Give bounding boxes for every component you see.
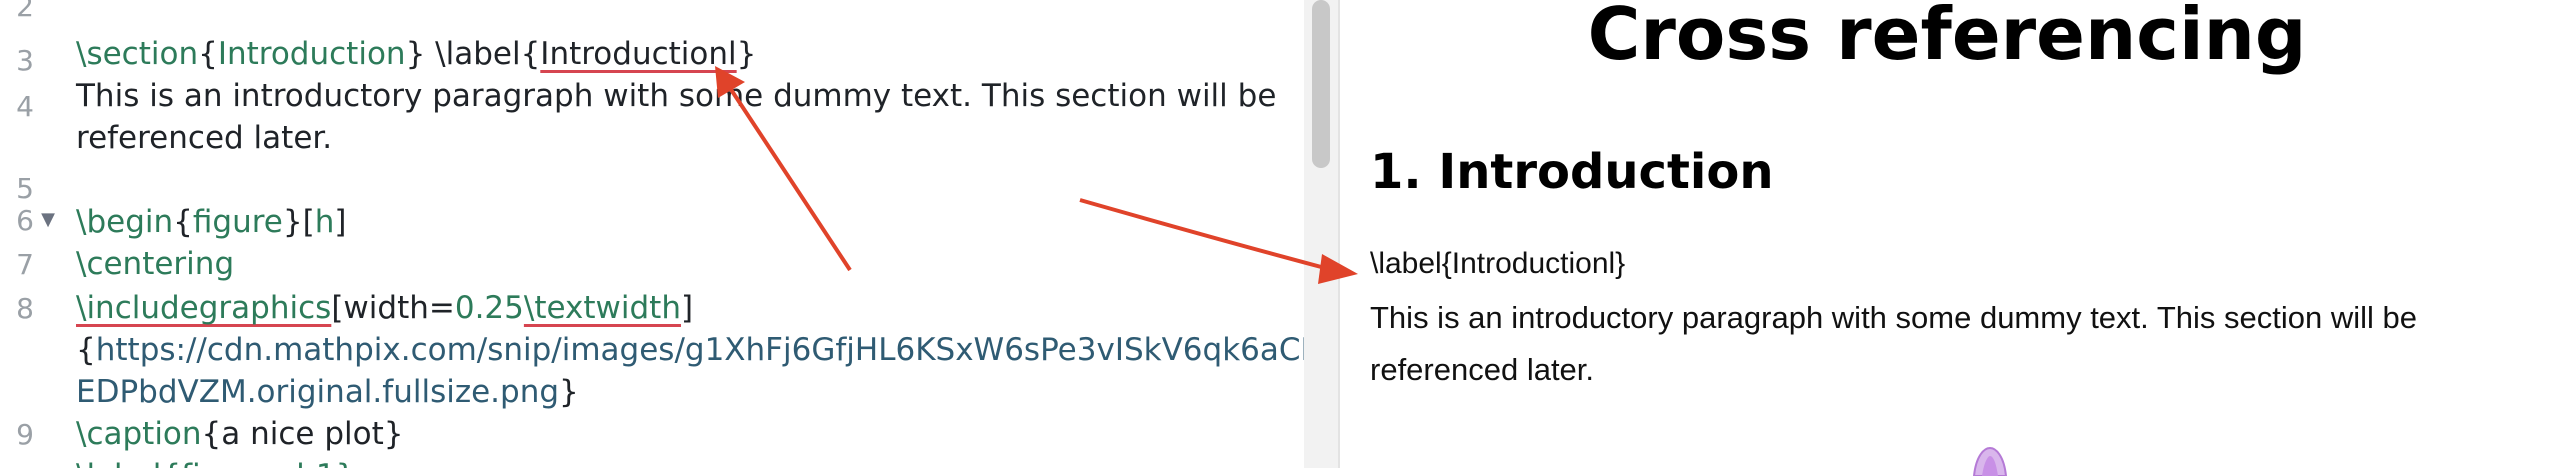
rendered-label-text: \label{Introductionl} [1370,247,1626,280]
latex-option: h [314,204,335,240]
latex-number: 0.25 [454,290,524,326]
image-url: EDPbdVZM.original.fullsize.png [76,374,560,410]
line-number: 3 [16,44,34,77]
code-line-4[interactable]: This is an introductory paragraph with s… [76,76,1276,116]
line-number: 2 [16,0,34,23]
latex-command: \caption [76,416,202,452]
latex-editor[interactable]: 2 3 4 5 6 7 8 9 ▼ \section{Introduction}… [0,0,1338,468]
line-number: 4 [16,90,34,123]
code-line-8[interactable]: \includegraphics[width=0.25\textwidth] [76,288,693,328]
latex-argument: figure [192,204,283,240]
line-number: 6 [16,204,34,237]
line-number: 9 [16,418,34,451]
latex-command: \begin [76,204,174,240]
latex-command: \section [76,36,199,72]
fold-toggle-icon[interactable]: ▼ [38,210,58,230]
line-number: 7 [16,248,34,281]
rendered-preview: Cross referencing 1. Introduction \label… [1340,0,2554,468]
code-line-9[interactable]: \caption{a nice plot} [76,414,404,454]
figure-image [1972,446,2008,476]
editor-scrollbar-thumb[interactable] [1312,0,1330,168]
misspelled-label[interactable]: Introductionl [540,36,736,72]
latex-key: width [343,290,429,326]
latex-command: \textwidth [523,290,681,326]
image-url: https://cdn.mathpix.com/snip/images/g1Xh… [95,332,1337,368]
introduction-paragraph: This is an introductory paragraph with s… [1370,300,2417,387]
latex-command: \includegraphics [76,290,332,326]
line-number: 8 [16,292,34,325]
code-line-6[interactable]: \begin{figure}[h] [76,202,346,242]
code-line-4-wrap[interactable]: referenced later. [76,118,332,158]
document-title: Cross referencing [1587,0,2307,76]
code-line-7[interactable]: \centering [76,244,234,284]
latex-argument: a nice plot [221,416,384,452]
code-line-8-wrap2[interactable]: EDPbdVZM.original.fullsize.png} [76,372,579,412]
latex-argument: Introduction [217,36,406,72]
section-heading: 1. Introduction [1370,144,1774,200]
latex-command: \label [435,36,521,72]
code-line-10[interactable]: \label{fig:mesh1} [76,456,355,468]
code-line-3[interactable]: \section{Introduction} \label{Introducti… [76,34,756,74]
code-line-8-wrap[interactable]: {https://cdn.mathpix.com/snip/images/g1X… [76,330,1337,370]
